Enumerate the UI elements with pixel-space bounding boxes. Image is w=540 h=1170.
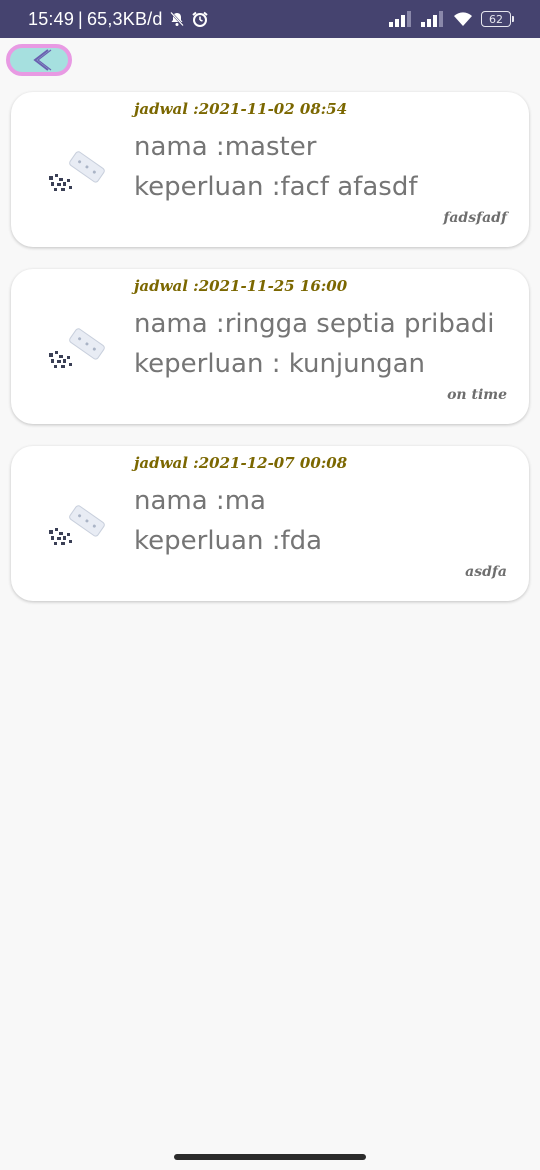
bell-muted-icon [169, 11, 184, 27]
visit-purpose: keperluan :fda [134, 526, 323, 556]
visit-status: on time [447, 387, 507, 403]
visit-purpose: keperluan : kunjungan [134, 349, 426, 379]
status-time: 15:49 [28, 8, 75, 29]
visitor-card-thumbnail [49, 328, 105, 368]
wifi-icon [454, 12, 472, 26]
alarm-icon [191, 11, 208, 27]
visitor-name: nama :master [134, 132, 317, 162]
battery-icon: 62 [481, 11, 514, 27]
visit-purpose: keperluan :facf afasdf [134, 172, 418, 202]
schedule-time: jadwal :2021-11-02 08:54 [134, 100, 348, 118]
battery-tip [512, 16, 514, 22]
visitor-name: nama :ringga septia pribadi [134, 309, 495, 339]
schedule-card[interactable]: jadwal :2021-12-07 00:08 nama :ma keperl… [11, 446, 529, 601]
signal-strength-secondary-icon [421, 11, 443, 27]
visit-status: asdfa [465, 564, 507, 580]
battery-level: 62 [481, 11, 511, 27]
visit-status: fadsfadf [443, 210, 507, 226]
visitor-name: nama :ma [134, 486, 266, 516]
back-button[interactable] [6, 44, 72, 76]
schedule-card[interactable]: jadwal :2021-11-25 16:00 nama :ringga se… [11, 269, 529, 424]
status-right: 62 [389, 11, 514, 27]
status-separator: | [78, 8, 83, 29]
status-left: 15:49 | 65,3KB/d [28, 9, 209, 30]
schedule-card[interactable]: jadwal :2021-11-02 08:54 nama :master ke… [11, 92, 529, 247]
signal-strength-icon [389, 11, 411, 27]
visitor-card-thumbnail [49, 505, 105, 545]
schedule-time: jadwal :2021-11-25 16:00 [134, 277, 348, 295]
visitor-card-thumbnail [49, 151, 105, 191]
home-indicator[interactable] [174, 1154, 366, 1160]
schedule-time: jadwal :2021-12-07 00:08 [134, 454, 348, 472]
chevron-left-icon [33, 49, 52, 71]
status-bar: 15:49 | 65,3KB/d 62 [0, 0, 540, 38]
network-speed: 65,3KB/d [86, 8, 163, 29]
